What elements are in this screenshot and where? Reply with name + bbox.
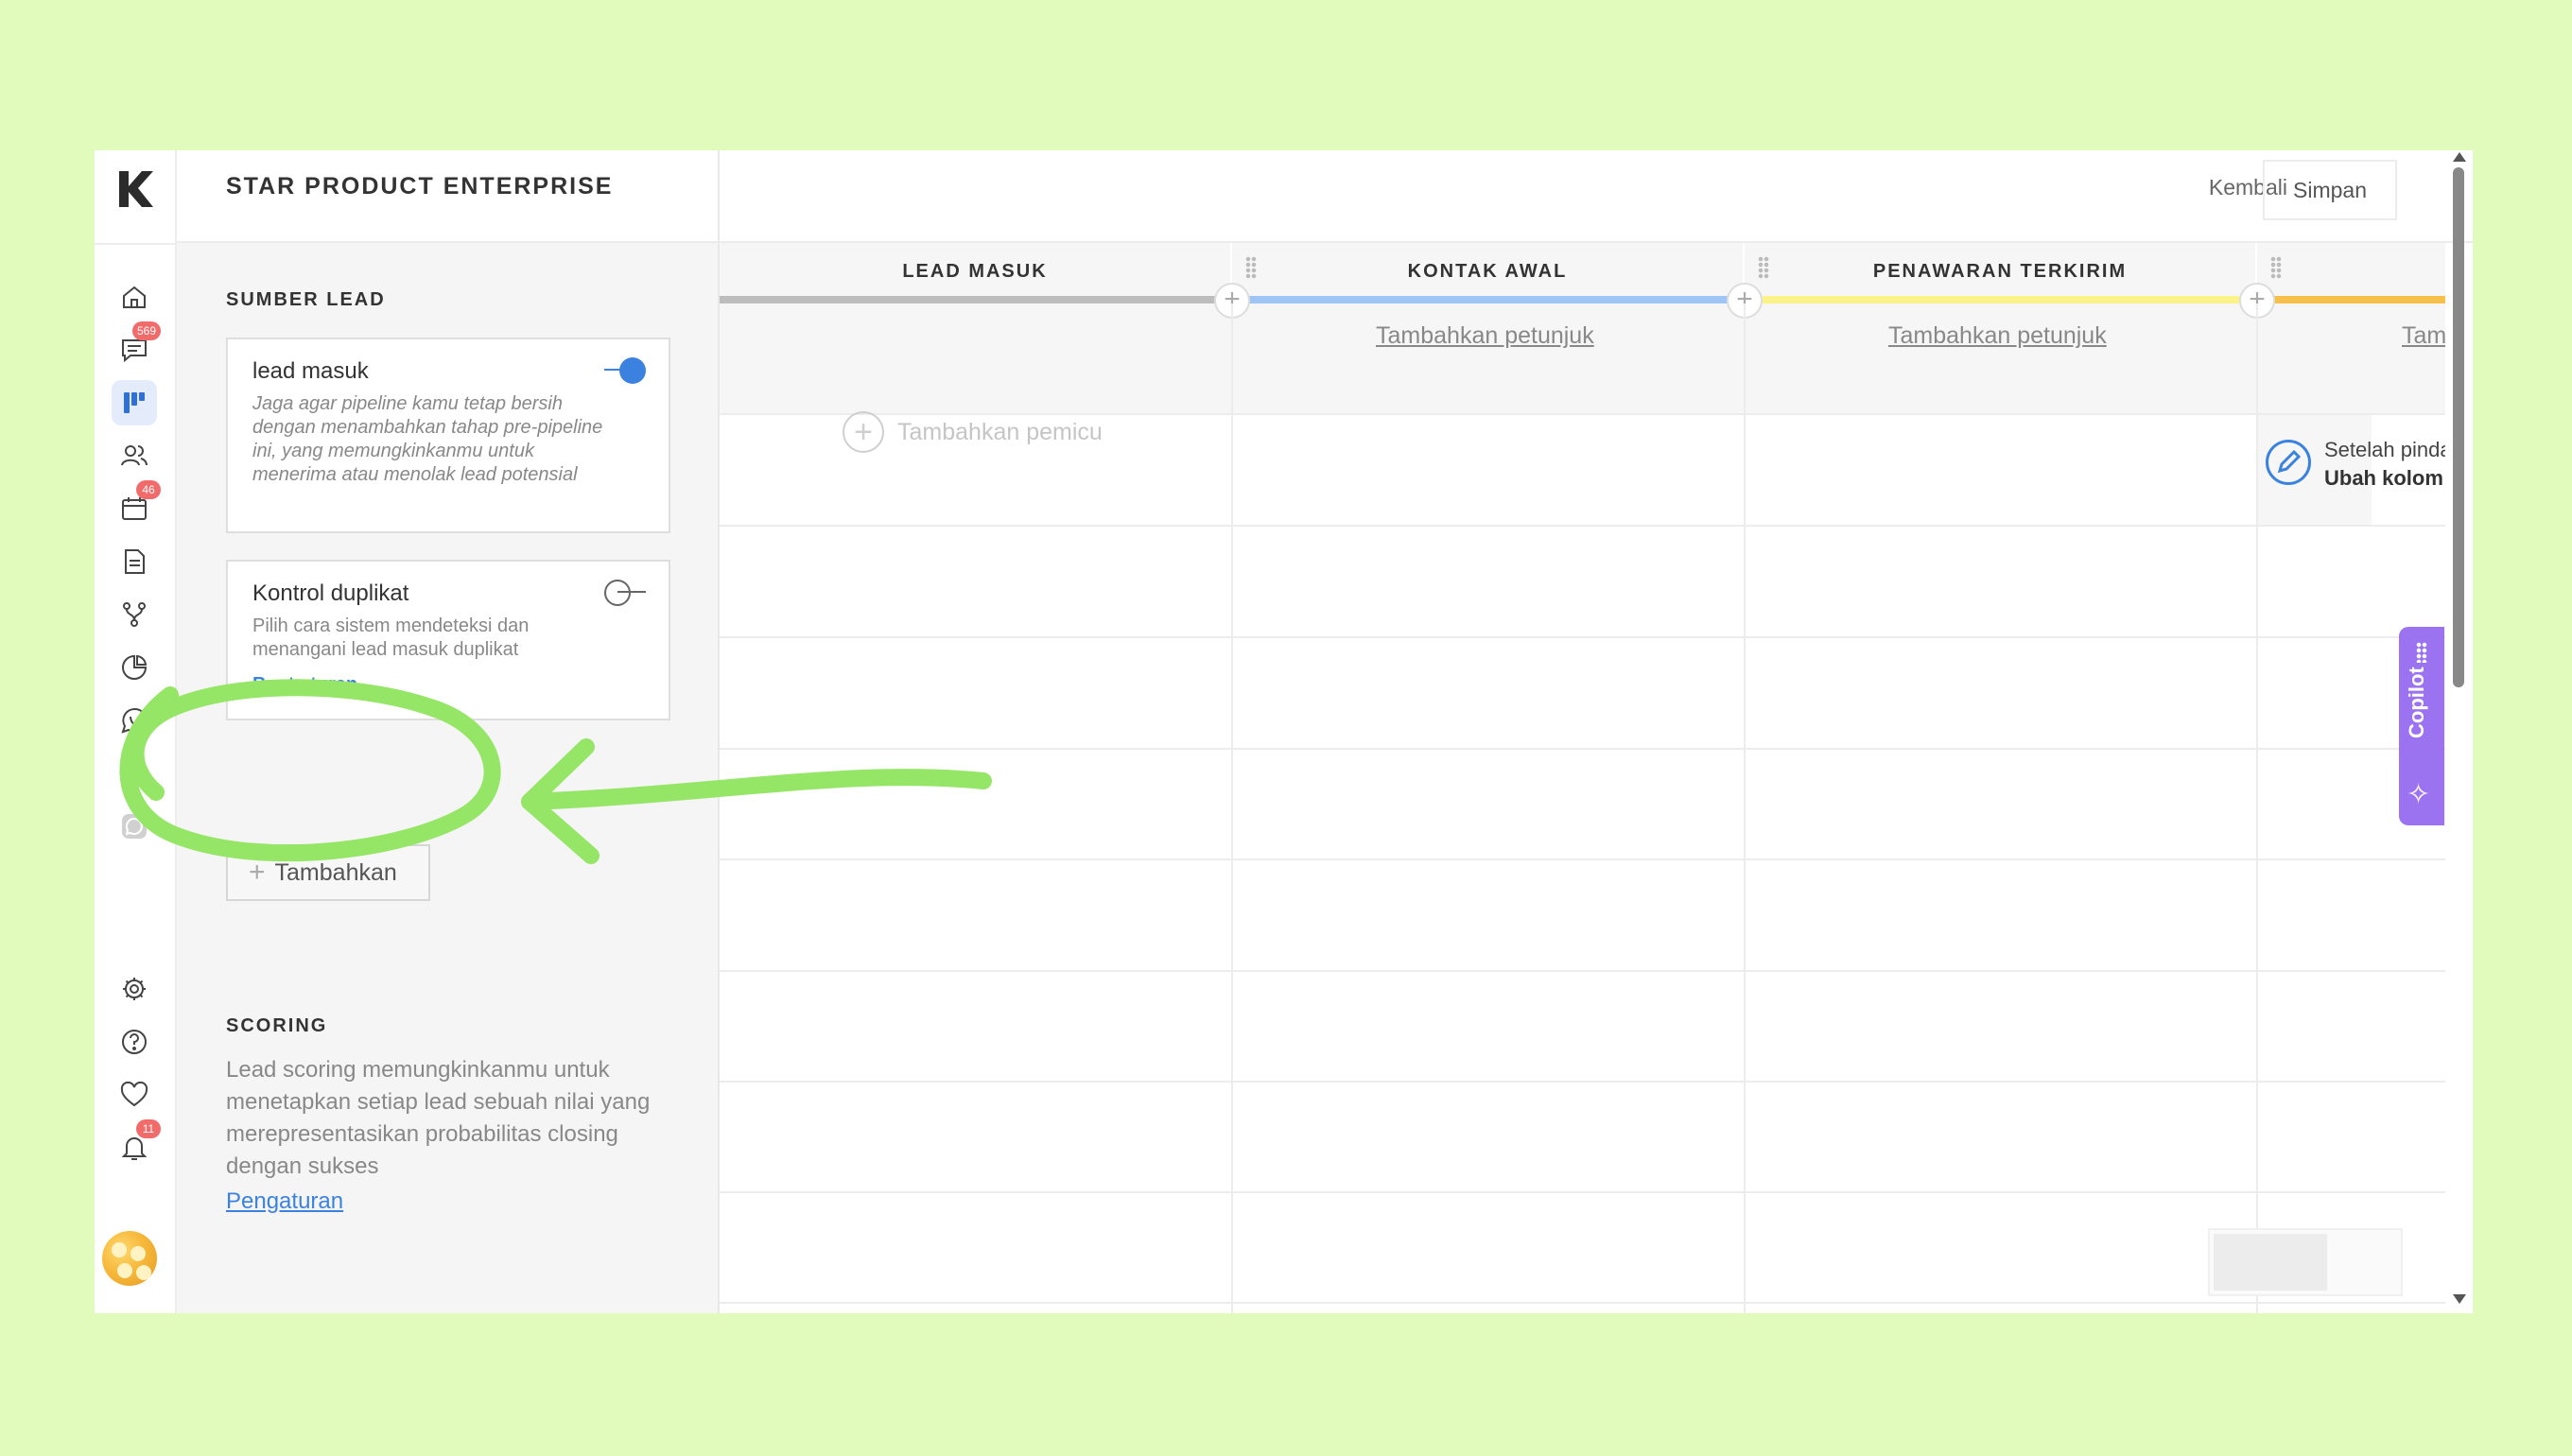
home-icon[interactable] xyxy=(112,274,157,320)
scoring-description: Lead scoring memungkinkanmu untuk meneta… xyxy=(226,1057,651,1179)
row-divider xyxy=(720,636,2445,638)
lead-inbox-toggle[interactable] xyxy=(604,356,646,384)
drag-handle-icon[interactable] xyxy=(2270,256,2282,279)
flow-icon[interactable] xyxy=(112,592,157,637)
add-lead-source-label: Tambahkan xyxy=(274,858,397,886)
row-divider xyxy=(720,748,2445,750)
rail-divider xyxy=(95,243,177,245)
lead-inbox-title: lead masuk xyxy=(252,358,369,384)
copilot-button[interactable]: Copilot ✧ xyxy=(2399,627,2444,825)
user-avatar[interactable] xyxy=(102,1231,157,1286)
top-bar: Kembali Simpan xyxy=(720,150,2473,243)
scoring-settings-link[interactable]: Pengaturan xyxy=(226,1188,343,1215)
drag-handle-icon xyxy=(2416,642,2427,663)
trigger-line-2: Ubah kolom xyxy=(2324,466,2443,490)
stage-header-initial-contact[interactable]: KONTAK AWAL xyxy=(1232,243,1743,300)
trigger-card[interactable]: Setelah pinda Ubah kolom xyxy=(2258,415,2445,525)
document-icon[interactable] xyxy=(112,539,157,584)
duplicate-control-description: Pilih cara sistem mendeteksi dan menanga… xyxy=(252,615,530,660)
bell-icon[interactable]: 11 xyxy=(112,1119,161,1170)
row-divider xyxy=(720,1302,2445,1304)
add-hint-link[interactable]: Tambahkan petunjuk xyxy=(1888,322,2107,350)
scroll-down-icon[interactable] xyxy=(2453,1294,2466,1304)
trigger-line-1: Setelah pinda xyxy=(2324,438,2445,461)
app-window: 569 46 11 STAR PRODUCT ENTERPRISE SUMBER… xyxy=(95,150,2473,1313)
calendar-icon[interactable]: 46 xyxy=(112,480,161,531)
save-button[interactable]: Simpan xyxy=(2263,160,2397,220)
heart-icon[interactable] xyxy=(112,1072,157,1118)
lead-inbox-card[interactable]: lead masuk Jaga agar pipeline kamu tetap… xyxy=(226,338,670,533)
column-divider xyxy=(1231,303,1233,1313)
whatsapp-icon[interactable] xyxy=(112,698,157,743)
sparkle-icon: ✧ xyxy=(2407,779,2431,810)
stage-header-offer-sent[interactable]: PENAWARAN TERKIRIM xyxy=(1745,243,2255,300)
create-rule-link[interactable]: Buat aturan xyxy=(252,674,357,687)
report-icon[interactable] xyxy=(112,645,157,690)
scrollbar-thumb[interactable] xyxy=(2453,167,2464,687)
scoring-title: SCORING xyxy=(226,1015,328,1036)
stage-header-lead-inbox[interactable]: LEAD MASUK xyxy=(720,243,1230,300)
add-hint-link[interactable]: Tambahkan petunjuk xyxy=(1376,322,1594,350)
copilot-label: Copilot xyxy=(2405,667,2428,738)
duplicate-control-title: Kontrol duplikat xyxy=(252,581,409,606)
minimap-viewport[interactable] xyxy=(2214,1234,2327,1291)
vertical-scrollbar[interactable] xyxy=(2453,160,2466,1304)
board-minimap[interactable] xyxy=(2208,1228,2403,1296)
stage-color-bar xyxy=(720,296,1230,303)
pipeline-board: LEAD MASUK KONTAK AWAL PENAWARAN TERKIRI… xyxy=(720,243,2445,1313)
page-title: STAR PRODUCT ENTERPRISE xyxy=(226,173,614,199)
messages-badge: 569 xyxy=(131,321,161,340)
plus-circle-icon: + xyxy=(843,411,884,453)
icon-rail: 569 46 11 xyxy=(95,150,177,1313)
plus-icon: + xyxy=(249,857,266,888)
duplicate-control-toggle[interactable] xyxy=(604,579,646,606)
drag-handle-icon[interactable] xyxy=(1758,256,1769,279)
hint-row xyxy=(720,303,2445,415)
column-divider xyxy=(1744,303,1746,1313)
row-divider xyxy=(720,970,2445,972)
chat-icon[interactable]: 569 xyxy=(112,321,161,373)
drag-handle-icon[interactable] xyxy=(1245,256,1257,279)
pipeline-icon[interactable] xyxy=(112,380,157,425)
calendar-badge: 46 xyxy=(136,480,161,499)
row-divider xyxy=(720,525,2445,527)
whatsapp-alt-icon[interactable] xyxy=(112,804,157,849)
stage-color-bar xyxy=(1745,296,2255,303)
add-trigger-label: Tambahkan pemicu xyxy=(897,418,1103,445)
panel-header: STAR PRODUCT ENTERPRISE xyxy=(177,150,720,243)
kommo-logo-icon[interactable] xyxy=(112,167,157,211)
help-icon[interactable] xyxy=(112,1019,157,1065)
lead-source-title: SUMBER LEAD xyxy=(226,289,386,310)
add-trigger-button[interactable]: + Tambahkan pemicu xyxy=(843,411,1103,453)
contacts-icon[interactable] xyxy=(112,433,157,478)
row-divider xyxy=(720,858,2445,860)
row-divider xyxy=(720,1191,2445,1193)
lead-inbox-description: Jaga agar pipeline kamu tetap bersih den… xyxy=(252,393,603,485)
stage-color-bar xyxy=(1232,296,1743,303)
settings-icon[interactable] xyxy=(112,966,157,1012)
stage-header-next[interactable] xyxy=(2257,243,2445,300)
pipeline-settings-panel: SUMBER LEAD lead masuk Jaga agar pipelin… xyxy=(177,243,720,1313)
notifications-badge: 11 xyxy=(136,1119,161,1138)
add-lead-source-button[interactable]: + Tambahkan xyxy=(226,844,430,901)
row-divider xyxy=(720,1081,2445,1083)
duplicate-control-card[interactable]: Kontrol duplikat Pilih cara sistem mende… xyxy=(226,560,670,720)
stage-color-bar xyxy=(2257,296,2445,303)
add-hint-link[interactable]: Tam xyxy=(2402,322,2445,350)
edit-field-icon xyxy=(2266,440,2311,485)
